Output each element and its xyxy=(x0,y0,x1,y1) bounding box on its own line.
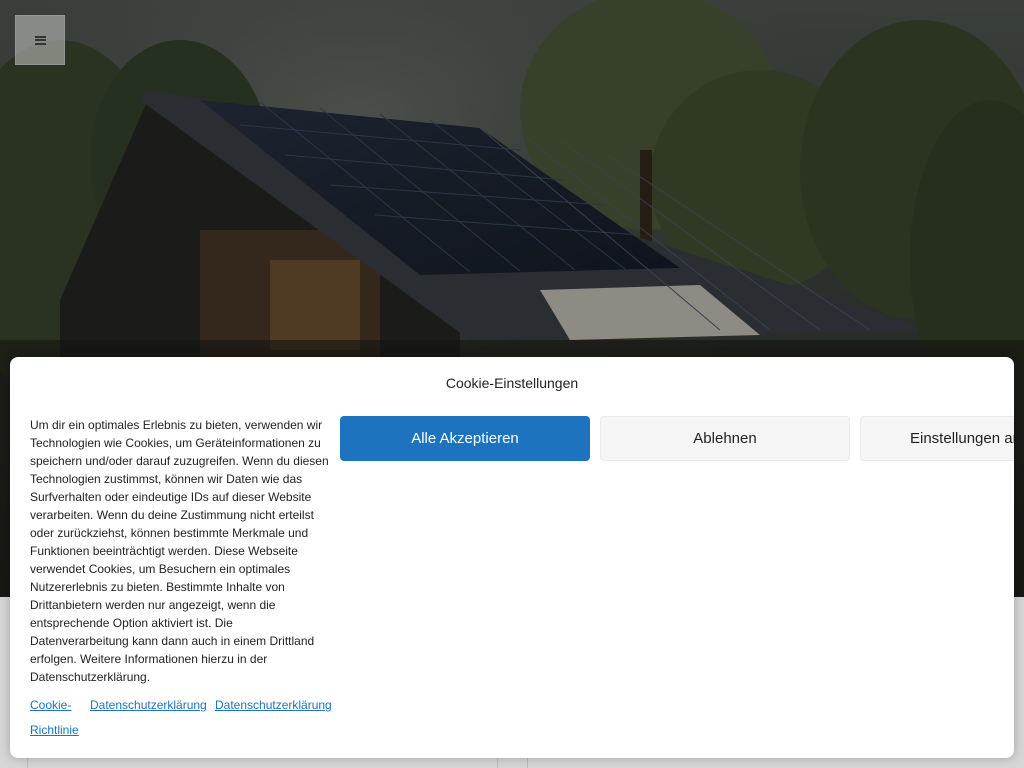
cookie-banner: Cookie-Einstellungen Um dir ein optimale… xyxy=(10,357,1014,758)
cookie-banner-text: Um dir ein optimales Erlebnis zu bieten,… xyxy=(30,418,329,684)
accept-all-button[interactable]: Alle Akzeptieren xyxy=(340,416,590,461)
deny-button[interactable]: Ablehnen xyxy=(600,416,850,461)
cookie-policy-link[interactable]: Cookie- Richtlinie xyxy=(30,693,79,743)
cookie-banner-title: Cookie-Einstellungen xyxy=(445,375,579,391)
page: Cookie-Einstellungen Um dir ein optimale… xyxy=(0,0,1024,768)
menu-button[interactable] xyxy=(15,15,65,65)
view-settings-button[interactable]: Einstellungen ansehen xyxy=(860,416,1014,461)
cookie-policy-link-line2: Richtlinie xyxy=(30,723,79,737)
privacy-policy-link-2[interactable]: Datenschutzerklärung xyxy=(215,693,332,718)
hamburger-icon xyxy=(34,35,46,45)
cookie-policy-link-line1: Cookie- xyxy=(30,698,72,712)
privacy-policy-link[interactable]: Datenschutzerklärung xyxy=(90,693,207,718)
